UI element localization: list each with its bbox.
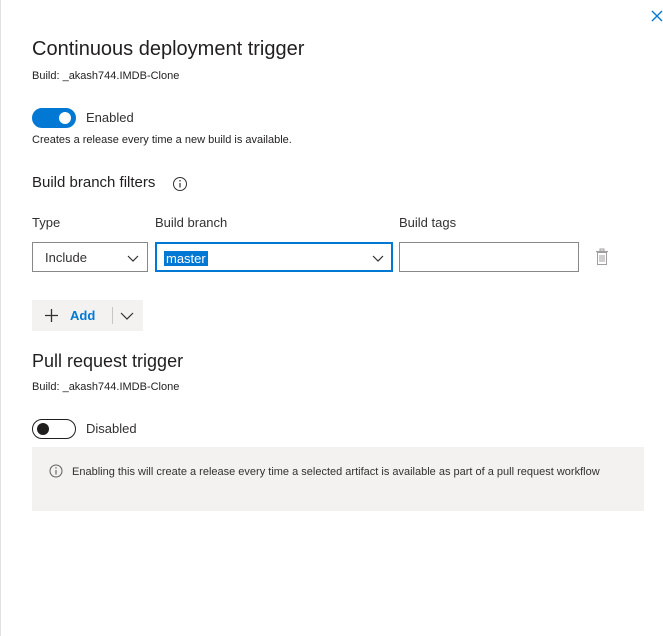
- pr-info-box: Enabling this will create a release ever…: [32, 447, 644, 511]
- column-tags-label: Build tags: [399, 215, 457, 230]
- info-icon: [49, 464, 63, 478]
- cd-trigger-title: Continuous deployment trigger: [32, 38, 305, 60]
- chevron-down-icon[interactable]: [120, 309, 134, 323]
- branch-dropdown-value: master: [164, 251, 208, 266]
- trash-icon[interactable]: [594, 248, 610, 266]
- column-type-label: Type: [32, 215, 61, 230]
- chevron-down-icon: [372, 255, 384, 262]
- add-filter-button[interactable]: Add: [32, 300, 143, 331]
- cd-trigger-description: Creates a release every time a new build…: [32, 134, 292, 146]
- add-filter-label: Add: [70, 308, 96, 323]
- column-branch-label: Build branch: [155, 215, 228, 230]
- type-dropdown[interactable]: Include: [32, 242, 148, 272]
- cd-trigger-toggle-label: Enabled: [86, 110, 134, 125]
- pr-trigger-title: Pull request trigger: [32, 351, 184, 371]
- pr-trigger-build: Build: _akash744.IMDB-Clone: [32, 381, 180, 393]
- branch-dropdown[interactable]: master: [155, 242, 393, 272]
- button-divider: [112, 307, 113, 324]
- pr-trigger-toggle[interactable]: [32, 419, 76, 439]
- close-icon[interactable]: [649, 8, 663, 24]
- pr-trigger-toggle-label: Disabled: [86, 421, 137, 436]
- toggle-knob: [59, 112, 71, 124]
- info-icon[interactable]: [172, 176, 188, 192]
- trigger-panel: Continuous deployment trigger Build: _ak…: [0, 0, 663, 636]
- plus-icon: [45, 309, 58, 322]
- toggle-knob: [37, 423, 49, 435]
- cd-trigger-toggle[interactable]: [32, 108, 76, 128]
- branch-filters-title: Build branch filters: [32, 174, 156, 191]
- cd-trigger-build: Build: _akash744.IMDB-Clone: [32, 70, 180, 82]
- pr-info-text: Enabling this will create a release ever…: [72, 466, 600, 478]
- type-dropdown-value: Include: [45, 250, 87, 265]
- chevron-down-icon: [127, 255, 139, 262]
- build-tags-input[interactable]: [399, 242, 579, 272]
